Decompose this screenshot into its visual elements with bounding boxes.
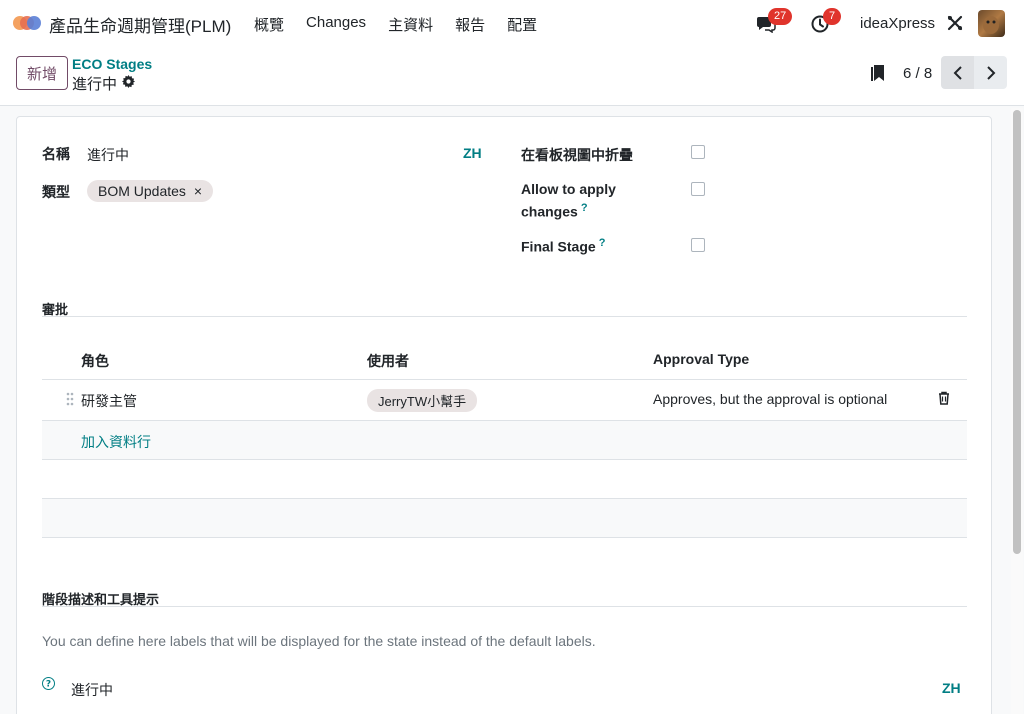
state-label-field[interactable]: 進行中 — [71, 680, 113, 700]
fold-checkbox[interactable] — [691, 145, 705, 159]
separator-line — [42, 316, 967, 317]
name-label: 名稱 — [42, 146, 70, 162]
help-icon[interactable]: ? — [581, 202, 588, 214]
control-panel: 新增 ECO Stages 進行中 6 / 8 — [0, 46, 1024, 106]
name-translate-button[interactable]: ZH — [463, 145, 482, 161]
state-label-translate-button[interactable]: ZH — [942, 680, 961, 696]
chevron-right-icon — [986, 65, 995, 80]
main-menu: 概覽 Changes 主資料 報告 配置 — [254, 14, 559, 35]
breadcrumb-parent-link[interactable]: ECO Stages — [72, 56, 152, 72]
messages-count-badge: 27 — [768, 8, 793, 25]
column-header-approval-type[interactable]: Approval Type — [653, 351, 749, 367]
app-title[interactable]: 產品生命週期管理(PLM) — [49, 12, 231, 37]
tag-remove-icon[interactable]: × — [194, 183, 202, 199]
table-row[interactable]: 研發主管 JerryTW小幫手 Approves, but the approv… — [42, 380, 967, 420]
new-button[interactable]: 新增 — [16, 56, 68, 90]
final-stage-label-text: Final Stage — [521, 238, 596, 255]
fold-label: 在看板視圖中折疊 — [521, 147, 633, 163]
page-scrollbar[interactable] — [1011, 108, 1023, 714]
chevron-left-icon — [953, 65, 962, 80]
menu-item-overview[interactable]: 概覽 — [254, 14, 284, 35]
activities-count-badge: 7 — [823, 8, 842, 25]
final-stage-checkbox[interactable] — [691, 238, 705, 252]
pager-value[interactable]: 6 / 8 — [903, 65, 932, 82]
empty-table-row — [42, 499, 967, 537]
pager-previous-button[interactable] — [941, 56, 974, 89]
breadcrumb-current: 進行中 — [72, 76, 118, 93]
allow-apply-label-line2: changes — [521, 203, 578, 220]
row-approval-type-cell[interactable]: Approves, but the approval is optional — [653, 391, 887, 407]
user-avatar[interactable] — [978, 10, 1005, 37]
debug-tools-icon[interactable] — [947, 15, 963, 31]
add-line-row — [42, 421, 967, 459]
menu-item-reports[interactable]: 報告 — [455, 14, 485, 35]
type-tag[interactable]: BOM Updates × — [87, 180, 214, 202]
gear-icon[interactable] — [122, 75, 135, 88]
question-circle-icon: ? — [42, 677, 55, 690]
svg-text:?: ? — [46, 680, 51, 690]
menu-item-master-data[interactable]: 主資料 — [388, 14, 433, 35]
table-row-divider — [42, 459, 967, 460]
app-logo-icon[interactable] — [12, 13, 42, 33]
table-row-divider — [42, 537, 967, 538]
separator-line — [42, 606, 967, 607]
drag-handle-icon[interactable] — [66, 392, 74, 406]
scrollbar-thumb[interactable] — [1013, 110, 1021, 554]
type-label: 類型 — [42, 184, 70, 200]
column-header-role[interactable]: 角色 — [81, 351, 109, 371]
menu-item-configuration[interactable]: 配置 — [507, 14, 537, 35]
allow-apply-label-cont: changes? — [521, 202, 588, 220]
final-stage-label: Final Stage? — [521, 237, 605, 255]
type-tag-label: BOM Updates — [98, 183, 186, 199]
row-role-cell[interactable]: 研發主管 — [81, 391, 137, 411]
add-line-link[interactable]: 加入資料行 — [81, 432, 151, 452]
bookmark-icon[interactable] — [871, 64, 885, 82]
row-user-tag[interactable]: JerryTW小幫手 — [367, 389, 478, 412]
allow-apply-label-line1: Allow to apply — [521, 181, 616, 197]
top-navbar: 產品生命週期管理(PLM) 概覽 Changes 主資料 報告 配置 27 7 … — [0, 0, 1024, 46]
allow-apply-checkbox[interactable] — [691, 182, 705, 196]
column-header-user[interactable]: 使用者 — [367, 351, 409, 371]
stage-desc-help-text: You can define here labels that will be … — [42, 633, 596, 649]
menu-item-changes[interactable]: Changes — [306, 14, 366, 35]
name-field[interactable]: 進行中 — [87, 145, 129, 165]
pager-next-button[interactable] — [974, 56, 1007, 89]
trash-icon[interactable] — [938, 391, 950, 405]
allow-apply-label: Allow to apply — [521, 181, 616, 197]
company-switcher[interactable]: ideaXpress — [860, 15, 935, 32]
help-icon[interactable]: ? — [599, 237, 606, 249]
